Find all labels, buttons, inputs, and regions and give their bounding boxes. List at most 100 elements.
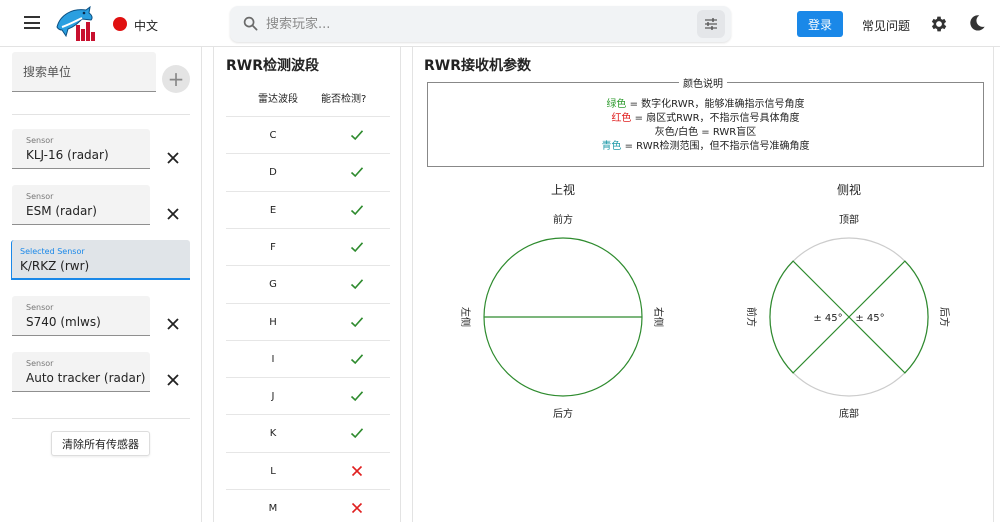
top-view-front-label: 前方 — [553, 213, 573, 226]
remove-sensor-icon[interactable] — [166, 151, 180, 165]
side-view-back-label: 后方 — [938, 307, 951, 327]
clear-all-sensors-button[interactable]: 清除所有传感器 — [51, 431, 150, 456]
sensor-item[interactable]: Sensor ESM (radar) — [12, 185, 150, 225]
sensor-item-caption: Selected Sensor — [20, 247, 85, 256]
detectable-check-icon — [350, 428, 364, 439]
side-view-front-angle: ± 45° — [813, 313, 842, 324]
sidebar-divider — [12, 418, 190, 419]
band-name: C — [269, 130, 277, 141]
band-name: K — [269, 428, 277, 440]
add-unit-field[interactable] — [12, 52, 156, 92]
legend-title: 颜色说明 — [679, 75, 727, 90]
language-label[interactable]: 中文 — [134, 17, 158, 34]
detectable-check-icon — [350, 354, 364, 364]
remove-sensor-icon[interactable] — [166, 207, 180, 221]
top-view-back-label: 后方 — [553, 407, 573, 420]
band-column-header: 雷达波段 — [258, 94, 298, 105]
sensor-item[interactable]: Sensor Auto tracker (radar) — [12, 352, 150, 392]
rwr-title: RWR接收机参数 — [424, 58, 532, 74]
legend-cyan-word: 青色 — [601, 141, 622, 152]
detectable-check-icon — [350, 130, 364, 141]
band-row: G — [226, 265, 390, 302]
not-detectable-cross-icon — [351, 502, 363, 514]
faq-button[interactable]: 常见问题 — [862, 17, 910, 34]
search-input[interactable] — [266, 6, 686, 42]
detectable-check-icon — [350, 242, 364, 253]
color-legend: 颜色说明 绿色 = 数字化RWR，能够准确指示信号角度 红色 = 扇区式RWR，… — [427, 75, 984, 167]
side-view-top-label: 顶部 — [839, 213, 859, 226]
sensor-item[interactable]: Sensor KLJ-16 (radar) — [12, 129, 150, 169]
band-name: F — [270, 241, 276, 253]
sensor-item-value: S740 (mlws) — [26, 315, 101, 329]
top-view-left-label: 左侧 — [459, 307, 472, 327]
band-name: M — [268, 503, 278, 514]
side-view-front-label: 前方 — [745, 307, 758, 327]
legend-green-line: 绿色 = 数字化RWR，能够准确指示信号角度 — [428, 95, 983, 110]
detectable-check-icon — [350, 391, 364, 402]
sensor-item-value: Auto tracker (radar) — [26, 371, 146, 385]
rwr-params-panel: RWR接收机参数 颜色说明 绿色 = 数字化RWR，能够准确指示信号角度 红色 … — [412, 47, 994, 522]
sensor-item-caption: Sensor — [26, 192, 54, 201]
side-view-rear-angle: ± 45° — [855, 313, 884, 324]
not-detectable-cross-icon — [351, 465, 363, 476]
band-row: C — [226, 116, 390, 153]
search-icon — [243, 16, 258, 31]
band-row: K — [226, 414, 390, 451]
band-row: E — [226, 190, 390, 228]
moon-icon[interactable] — [968, 14, 986, 32]
band-row: H — [226, 302, 390, 340]
remove-sensor-icon[interactable] — [166, 317, 180, 331]
sensor-item-caption: Sensor — [26, 136, 54, 145]
add-unit-button[interactable]: + — [162, 65, 190, 93]
filter-sliders-icon — [705, 18, 717, 30]
top-view-diagram: 前方 后方 左侧 右侧 — [459, 213, 665, 420]
band-name: E — [269, 204, 277, 216]
band-name: I — [271, 353, 275, 365]
band-row: D — [226, 153, 390, 190]
sidebar-divider — [12, 114, 190, 115]
detectable-check-icon — [350, 316, 364, 327]
detect-column-header: 能否检测? — [321, 94, 367, 105]
selected-sensor-item[interactable]: Selected Sensor K/RKZ (rwr) — [11, 240, 190, 280]
top-bar: 中文 登录 常见问题 — [0, 0, 1000, 47]
sensor-sidebar: + Sensor KLJ-16 (radar) Sensor ESM (rada… — [0, 47, 202, 522]
logo-icon[interactable] — [54, 5, 96, 43]
legend-cyan-line: 青色 = RWR检测范围，但不指示信号准确角度 — [428, 137, 983, 152]
band-name: H — [269, 316, 277, 328]
top-view-title: 上视 — [551, 183, 576, 197]
side-view-title: 侧视 — [837, 183, 862, 197]
player-search — [230, 6, 731, 42]
sensor-item-value: ESM (radar) — [26, 204, 97, 218]
band-name: G — [269, 279, 277, 291]
band-row: F — [226, 227, 390, 265]
gear-icon[interactable] — [929, 14, 949, 34]
side-view-bottom-label: 底部 — [839, 407, 859, 420]
side-view-diagram: 顶部 底部 前方 后方 ± 45° ± 45° — [745, 213, 951, 420]
band-row: J — [226, 377, 390, 414]
sensor-item[interactable]: Sensor S740 (mlws) — [12, 296, 150, 336]
sensor-item-value: K/RKZ (rwr) — [20, 259, 90, 273]
band-row: L — [226, 451, 390, 489]
detectable-check-icon — [350, 204, 364, 215]
language-flag-icon[interactable] — [113, 17, 127, 31]
sensor-item-value: KLJ-16 (radar) — [26, 148, 109, 162]
sensor-item-caption: Sensor — [26, 359, 54, 368]
menu-icon[interactable] — [24, 16, 40, 29]
bands-title: RWR检测波段 — [226, 58, 320, 74]
filter-button[interactable] — [697, 10, 725, 38]
top-view-right-label: 右侧 — [652, 307, 665, 327]
band-row: I — [226, 339, 390, 377]
login-button[interactable]: 登录 — [797, 11, 843, 37]
band-row: M — [226, 489, 390, 522]
detectable-check-icon — [350, 279, 364, 290]
detectable-check-icon — [350, 167, 364, 178]
band-name: D — [269, 167, 277, 179]
band-name: J — [271, 391, 275, 403]
remove-sensor-icon[interactable] — [166, 373, 180, 387]
band-name: L — [270, 465, 276, 477]
add-unit-input[interactable] — [12, 52, 156, 91]
legend-red-line: 红色 = 扇区式RWR，不指示信号具体角度 — [428, 109, 983, 124]
legend-gray-line: 灰色/白色 = RWR盲区 — [654, 127, 757, 138]
sensor-item-caption: Sensor — [26, 303, 54, 312]
rwr-bands-panel: RWR检测波段 雷达波段 能否检测? C D E F G H I J K L M — [213, 47, 401, 522]
